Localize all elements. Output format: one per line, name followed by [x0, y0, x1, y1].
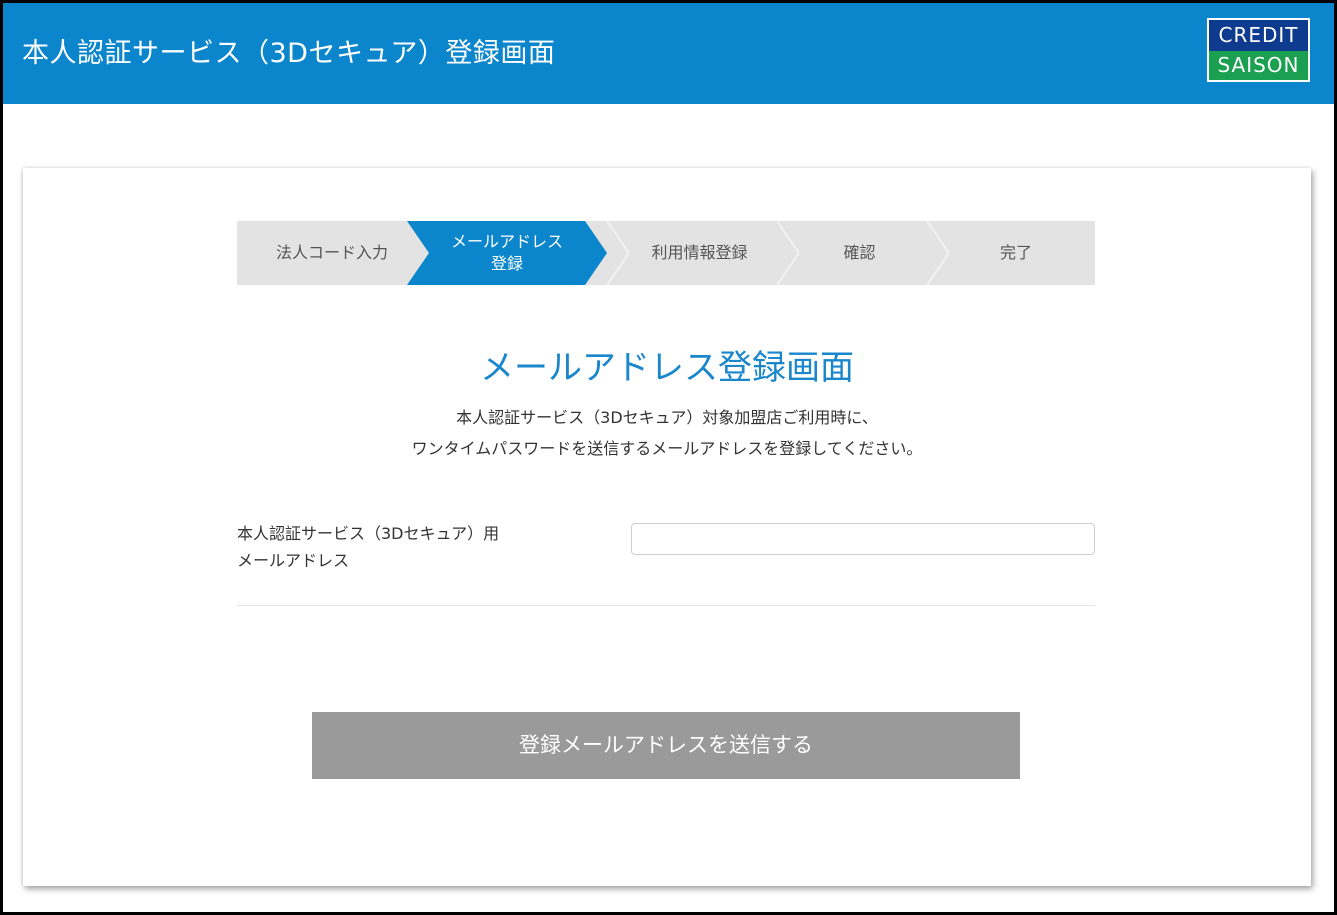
page-title: メールアドレス登録画面: [480, 348, 854, 388]
description-line-2: ワンタイムパスワードを送信するメールアドレスを登録してください。: [411, 439, 923, 458]
step-email-registration: メールアドレス 登録: [417, 221, 597, 285]
logo-text-saison: SAISON: [1209, 51, 1308, 80]
divider: [237, 605, 1095, 606]
page-description: 本人認証サービス（3Dセキュア）対象加盟店ご利用時に、 ワンタイムパスワードを送…: [23, 402, 1311, 464]
step-label: 法人コード入力: [275, 243, 388, 262]
progress-stepper: 法人コード入力 メールアドレス 登録 利用情報登録 確認 完了: [237, 221, 1095, 285]
step-confirm: 確認: [777, 221, 942, 285]
step-corporate-code: 法人コード入力: [237, 221, 427, 285]
step-label: 完了: [999, 243, 1032, 262]
step-label: 利用情報登録: [651, 243, 748, 262]
step-label: 確認: [843, 243, 876, 262]
page-header: 本人認証サービス（3Dセキュア）登録画面 CREDIT SAISON: [3, 3, 1334, 104]
step-label: メールアドレス 登録: [450, 232, 563, 273]
send-email-button[interactable]: 登録メールアドレスを送信する: [312, 712, 1020, 779]
logo-text-credit: CREDIT: [1209, 20, 1308, 51]
page-header-title: 本人認証サービス（3Dセキュア）登録画面: [22, 38, 556, 69]
email-field-label: 本人認証サービス（3Dセキュア）用 メールアドレス: [237, 524, 500, 570]
description-line-1: 本人認証サービス（3Dセキュア）対象加盟店ご利用時に、: [456, 408, 878, 427]
step-usage-info: 利用情報登録: [607, 221, 792, 285]
credit-saison-logo: CREDIT SAISON: [1207, 18, 1310, 82]
browser-frame: 本人認証サービス（3Dセキュア）登録画面 CREDIT SAISON 法人コード…: [0, 0, 1337, 915]
step-complete: 完了: [937, 221, 1095, 285]
email-input[interactable]: [631, 523, 1095, 555]
main-card: 法人コード入力 メールアドレス 登録 利用情報登録 確認 完了 メールアドレス登…: [23, 168, 1311, 886]
